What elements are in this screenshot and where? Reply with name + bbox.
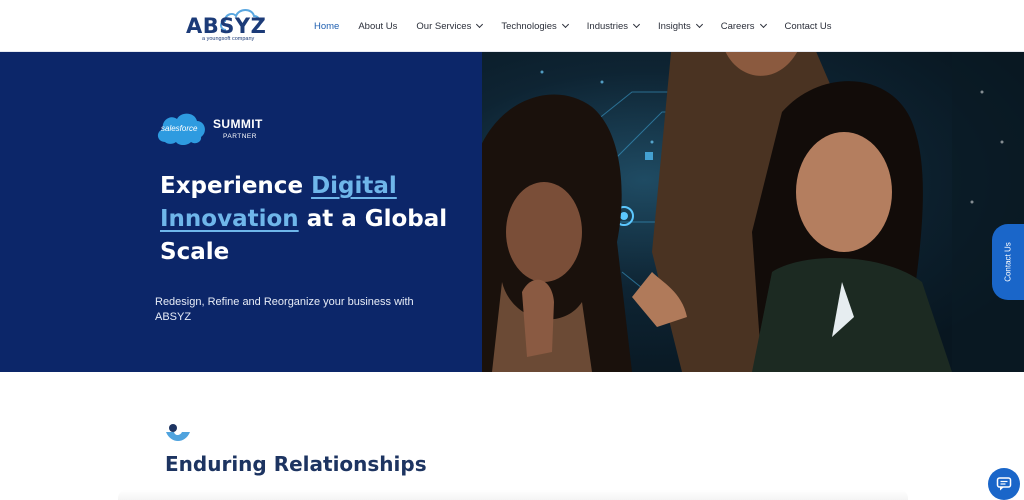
main-nav: Home About Us Our Services Technologies … — [314, 0, 851, 52]
logo-text: ABSYZ — [186, 14, 267, 38]
nav-our-services[interactable]: Our Services — [416, 20, 484, 32]
nav-label: Careers — [720, 20, 755, 32]
chevron-down-icon — [632, 20, 641, 29]
contact-tab-label: Contact Us — [1003, 242, 1013, 282]
nav-label: Our Services — [416, 20, 472, 32]
contact-us-side-tab[interactable]: Contact Us — [992, 224, 1024, 300]
site-header: ABSYZ a youngsoft company Home About Us … — [0, 0, 1024, 52]
hero-title-highlight-digital: Digital — [311, 173, 397, 199]
nav-label: Insights — [657, 20, 691, 32]
section-title: Enduring Relationships — [165, 452, 427, 476]
salesforce-summit-partner-badge: salesforce SUMMIT PARTNER — [155, 110, 285, 150]
chevron-down-icon — [759, 20, 767, 29]
hero-image — [482, 52, 1024, 372]
nav-label: Industries — [586, 20, 628, 32]
relationship-icon — [166, 424, 190, 441]
badge-title: SUMMIT — [213, 117, 263, 131]
nav-about-us[interactable]: About Us — [358, 21, 397, 32]
logo-subtext: a youngsoft company — [202, 36, 255, 42]
nav-technologies[interactable]: Technologies — [501, 20, 569, 32]
chat-button[interactable] — [988, 468, 1020, 500]
chevron-down-icon — [561, 20, 569, 29]
chat-icon — [996, 477, 1012, 491]
hero-title-highlight-innovation: Innovation — [160, 206, 299, 232]
card-edge — [118, 490, 908, 500]
nav-industries[interactable]: Industries — [586, 20, 641, 32]
hero-section: salesforce SUMMIT PARTNER Experience Dig… — [0, 52, 1024, 372]
hero-title-part1: Experience — [160, 173, 312, 199]
nav-contact-us[interactable]: Contact Us — [785, 21, 832, 32]
salesforce-logo-text: salesforce — [161, 124, 198, 133]
chevron-down-icon — [695, 20, 703, 29]
absyz-logo[interactable]: ABSYZ a youngsoft company — [184, 6, 267, 46]
hero-photo-illustration — [482, 52, 1024, 372]
hero-text-panel: salesforce SUMMIT PARTNER Experience Dig… — [0, 52, 482, 372]
nav-careers[interactable]: Careers — [720, 20, 767, 32]
chevron-down-icon — [476, 20, 484, 29]
nav-label: Technologies — [501, 20, 557, 32]
hero-subtitle: Redesign, Refine and Reorganize your bus… — [155, 296, 414, 323]
nav-home[interactable]: Home — [314, 21, 339, 32]
nav-insights[interactable]: Insights — [657, 20, 703, 32]
nav-label: Contact Us — [784, 20, 832, 32]
nav-label: About Us — [358, 20, 398, 32]
enduring-relationships-section: Enduring Relationships — [0, 372, 1024, 500]
nav-label: Home — [314, 20, 340, 32]
hero-title: Experience Digital Innovation at a Global… — [160, 170, 460, 269]
badge-subtitle: PARTNER — [223, 133, 257, 140]
